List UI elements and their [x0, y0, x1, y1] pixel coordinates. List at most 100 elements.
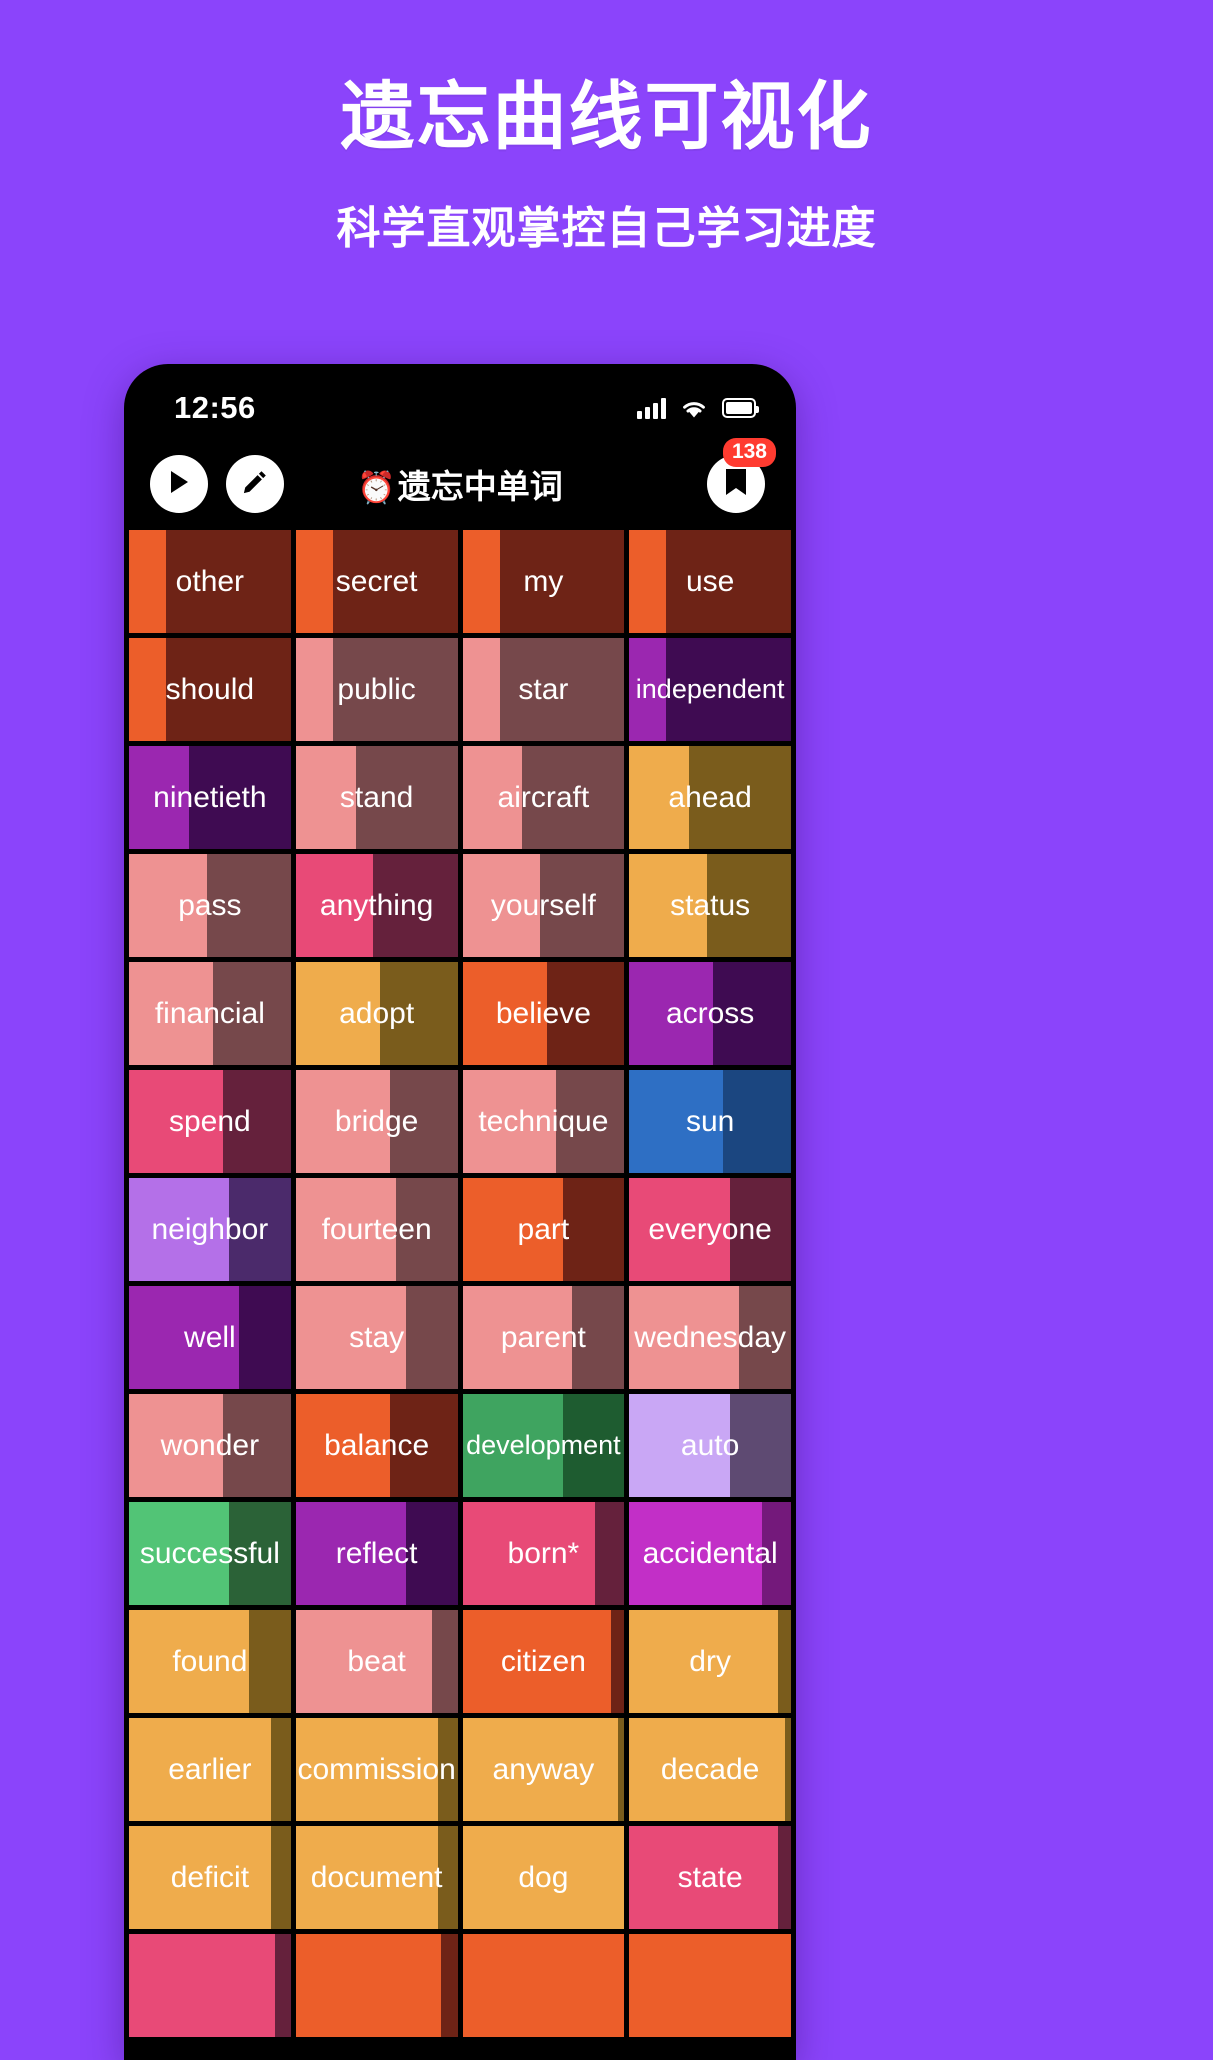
word-label: public	[337, 672, 416, 706]
word-label: stand	[339, 780, 414, 814]
badge-count: 138	[722, 438, 776, 468]
word-label: earlier	[168, 1752, 252, 1786]
word-label: aircraft	[497, 780, 590, 814]
word-label: successful	[139, 1536, 280, 1570]
word-cell[interactable]: use	[629, 530, 791, 633]
word-label: bridge	[334, 1104, 419, 1138]
promo-title: 遗忘曲线可视化	[340, 75, 873, 158]
word-label: yourself	[490, 888, 596, 922]
word-cell[interactable]: found	[129, 1610, 291, 1713]
word-cell[interactable]: document	[295, 1826, 458, 1929]
word-cell[interactable]: technique	[462, 1070, 625, 1173]
word-cell[interactable]: auto	[629, 1394, 791, 1497]
word-grid: other secret my use should public star independ…	[124, 530, 796, 2037]
word-label: document	[310, 1860, 443, 1894]
word-progress-bar	[462, 530, 500, 633]
word-cell[interactable]: sun	[629, 1070, 791, 1173]
app-bar-title-text: 遗忘中单词	[397, 468, 563, 505]
play-button[interactable]	[150, 455, 208, 513]
wifi-icon	[680, 398, 708, 419]
word-cell[interactable]: neighbor	[129, 1178, 291, 1281]
word-label: status	[670, 888, 751, 922]
word-cell[interactable]: yourself	[462, 854, 625, 957]
word-progress-bar	[629, 1934, 791, 2037]
word-cell[interactable]	[462, 1934, 625, 2037]
word-cell[interactable]: star	[462, 638, 625, 741]
word-cell[interactable]: reflect	[295, 1502, 458, 1605]
word-cell[interactable]	[295, 1934, 458, 2037]
word-cell[interactable]: earlier	[129, 1718, 291, 1821]
status-time: 12:56	[174, 390, 256, 425]
word-cell[interactable]: public	[295, 638, 458, 741]
word-cell[interactable]: should	[129, 638, 291, 741]
word-cell[interactable]: anyway	[462, 1718, 625, 1821]
word-cell[interactable]: other	[129, 530, 291, 633]
edit-button[interactable]	[226, 455, 284, 513]
word-label: everyone	[648, 1212, 772, 1246]
word-cell[interactable]: pass	[129, 854, 291, 957]
word-label: across	[665, 996, 755, 1030]
word-label: decade	[660, 1752, 760, 1786]
word-cell[interactable]: deficit	[129, 1826, 291, 1929]
word-cell[interactable]: bridge	[295, 1070, 458, 1173]
word-cell[interactable]: fourteen	[295, 1178, 458, 1281]
book-icon	[722, 467, 750, 502]
status-icons	[637, 397, 759, 419]
word-cell[interactable]: aircraft	[462, 746, 625, 849]
word-cell[interactable]: status	[629, 854, 791, 957]
word-label: balance	[324, 1428, 430, 1462]
word-cell[interactable]: ahead	[629, 746, 791, 849]
word-label: state	[677, 1860, 743, 1894]
word-cell[interactable]: anything	[295, 854, 458, 957]
word-cell[interactable]: wednesday	[629, 1286, 791, 1389]
word-cell[interactable]: adopt	[295, 962, 458, 1065]
word-cell[interactable]: spend	[129, 1070, 291, 1173]
word-cell[interactable]: well	[129, 1286, 291, 1389]
word-label: fourteen	[321, 1212, 432, 1246]
word-cell[interactable]: stand	[295, 746, 458, 849]
word-label: wonder	[160, 1428, 260, 1462]
word-label: believe	[495, 996, 591, 1030]
word-label: star	[518, 672, 569, 706]
word-label: auto	[680, 1428, 740, 1462]
word-cell[interactable]: born*	[462, 1502, 625, 1605]
promo-subtitle: 科学直观掌控自己学习进度	[336, 203, 877, 253]
word-cell[interactable]: citizen	[462, 1610, 625, 1713]
word-label: born*	[507, 1536, 580, 1570]
word-cell[interactable]: dog	[462, 1826, 625, 1929]
word-cell[interactable]: independent	[629, 638, 791, 741]
word-cell[interactable]: balance	[295, 1394, 458, 1497]
word-label: other	[175, 564, 245, 598]
word-cell[interactable]: wonder	[129, 1394, 291, 1497]
word-label: adopt	[339, 996, 415, 1030]
word-cell[interactable]	[129, 1934, 291, 2037]
word-cell[interactable]: believe	[462, 962, 625, 1065]
word-cell[interactable]: everyone	[629, 1178, 791, 1281]
word-label: accidental	[642, 1536, 778, 1570]
word-cell[interactable]: stay	[295, 1286, 458, 1389]
word-label: financial	[154, 996, 265, 1030]
word-cell[interactable]: beat	[295, 1610, 458, 1713]
word-cell[interactable]: development	[462, 1394, 625, 1497]
word-label: use	[685, 564, 735, 598]
word-cell[interactable]: my	[462, 530, 625, 633]
word-label: found	[172, 1644, 248, 1678]
word-cell[interactable]: parent	[462, 1286, 625, 1389]
word-cell[interactable]: ninetieth	[129, 746, 291, 849]
word-cell[interactable]: decade	[629, 1718, 791, 1821]
word-label: anyway	[492, 1752, 595, 1786]
word-cell[interactable]: dry	[629, 1610, 791, 1713]
word-cell[interactable]: secret	[295, 530, 458, 633]
book-button[interactable]: 138	[706, 438, 776, 514]
word-cell[interactable]: state	[629, 1826, 791, 1929]
word-cell[interactable]: part	[462, 1178, 625, 1281]
word-cell[interactable]: successful	[129, 1502, 291, 1605]
word-cell[interactable]: financial	[129, 962, 291, 1065]
word-label: spend	[169, 1104, 251, 1138]
word-progress-bar	[295, 530, 333, 633]
word-cell[interactable]: accidental	[629, 1502, 791, 1605]
word-cell[interactable]: commission	[295, 1718, 458, 1821]
word-progress-bar	[129, 638, 167, 741]
word-cell[interactable]	[629, 1934, 791, 2037]
word-cell[interactable]: across	[629, 962, 791, 1065]
